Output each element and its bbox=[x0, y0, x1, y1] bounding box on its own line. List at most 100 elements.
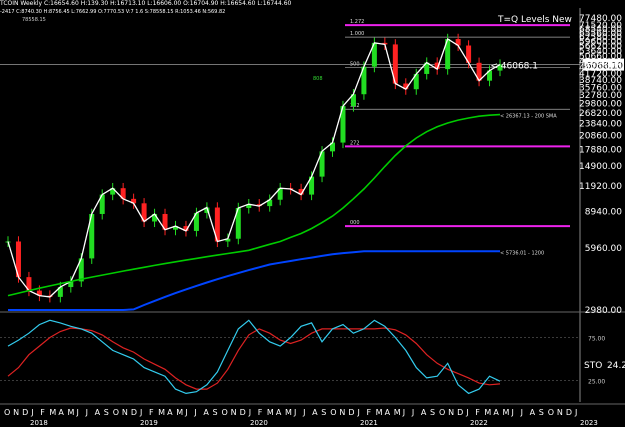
x-month-label: S bbox=[321, 408, 326, 417]
x-month-label: A bbox=[203, 408, 209, 417]
price-line bbox=[7, 38, 501, 298]
x-month-label: F bbox=[40, 408, 45, 417]
x-month-label: M bbox=[176, 408, 183, 417]
chart-title: T=Q Levels New bbox=[498, 15, 572, 25]
x-month-label: M bbox=[484, 408, 491, 417]
y-tick-label: 20860.00 bbox=[579, 132, 622, 142]
x-year-label: 2022 bbox=[470, 419, 488, 427]
stoch-d-line bbox=[7, 327, 501, 390]
x-month-label: S bbox=[539, 408, 544, 417]
x-month-label: A bbox=[421, 408, 427, 417]
x-month-label: F bbox=[475, 408, 480, 417]
x-month-label: J bbox=[193, 408, 196, 417]
x-month-label: J bbox=[76, 408, 79, 417]
y-tick-label: 23840.00 bbox=[579, 120, 622, 130]
x-month-label: S bbox=[104, 408, 109, 417]
x-month-label: F bbox=[367, 408, 372, 417]
x-month-label: N bbox=[557, 408, 563, 417]
x-year-label: 2021 bbox=[360, 419, 378, 427]
fib-level-label: 000 bbox=[350, 220, 360, 226]
x-month-label: J bbox=[85, 408, 88, 417]
x-month-label: J bbox=[139, 408, 142, 417]
x-month-label: M bbox=[267, 408, 274, 417]
x-year-label: 2018 bbox=[30, 419, 48, 427]
stoch-level-label: 75.00 bbox=[588, 336, 605, 343]
stoch-label: STO bbox=[584, 361, 602, 371]
x-month-label: M bbox=[502, 408, 509, 417]
y-tick-label: 26820.00 bbox=[579, 109, 622, 119]
x-month-label: A bbox=[493, 408, 499, 417]
x-month-label: M bbox=[49, 408, 56, 417]
x-month-label: D bbox=[348, 408, 354, 417]
indicator-header: -2417 C:8740.30 H:8756.45 L:7662.99 O:77… bbox=[0, 9, 226, 15]
price-axis: 77480.0071520.0068540.0065560.0062580.00… bbox=[579, 14, 622, 316]
x-month-label: J bbox=[248, 408, 251, 417]
y-tick-label: 2980.00 bbox=[585, 306, 622, 316]
x-month-label: N bbox=[448, 408, 454, 417]
current-price-label: < 46068.1 bbox=[490, 62, 538, 72]
x-year-label: 2019 bbox=[140, 419, 158, 427]
y-tick-label: 5960.00 bbox=[585, 244, 622, 254]
x-month-label: J bbox=[302, 408, 305, 417]
x-month-label: O bbox=[548, 408, 554, 417]
fib-level-label: 1.000 bbox=[350, 31, 364, 37]
y-tick-label: 17880.00 bbox=[579, 145, 622, 155]
sma200-label: < 26367.13 - 200 SMA bbox=[500, 114, 557, 120]
x-month-label: D bbox=[22, 408, 28, 417]
x-month-label: A bbox=[167, 408, 173, 417]
stoch-level-label: 25.00 bbox=[588, 379, 605, 386]
x-month-label: J bbox=[520, 408, 523, 417]
x-month-label: J bbox=[511, 408, 514, 417]
x-month-label: F bbox=[149, 408, 154, 417]
x-month-label: A bbox=[58, 408, 64, 417]
fib-level-label: 272 bbox=[350, 140, 360, 146]
x-month-label: N bbox=[339, 408, 345, 417]
x-month-label: J bbox=[30, 408, 33, 417]
price-panel: 1.2721.000500382272000< 46068.1 46068.10<… bbox=[0, 8, 625, 405]
x-month-label: M bbox=[394, 408, 401, 417]
fib-level-label: 1.272 bbox=[350, 19, 364, 25]
x-year-label: 2023 bbox=[580, 419, 598, 427]
x-month-label: A bbox=[276, 408, 282, 417]
x-month-label: N bbox=[13, 408, 19, 417]
green-note: 808 bbox=[313, 76, 323, 82]
x-month-label: A bbox=[530, 408, 536, 417]
y-tick-label: 14900.00 bbox=[579, 162, 622, 172]
x-month-label: J bbox=[402, 408, 405, 417]
x-month-label: O bbox=[439, 408, 445, 417]
x-month-label: D bbox=[457, 408, 463, 417]
x-month-label: S bbox=[430, 408, 435, 417]
x-month-label: D bbox=[240, 408, 246, 417]
x-month-label: O bbox=[113, 408, 119, 417]
x-month-label: O bbox=[4, 408, 10, 417]
x-month-label: N bbox=[231, 408, 237, 417]
x-month-label: A bbox=[385, 408, 391, 417]
x-month-label: J bbox=[293, 408, 296, 417]
x-month-label: S bbox=[212, 408, 217, 417]
symbol-header: TCOIN Weekly C:16654.60 H:139.30 H:16713… bbox=[0, 0, 292, 7]
x-month-label: O bbox=[222, 408, 228, 417]
x-month-label: J bbox=[574, 408, 577, 417]
x-month-label: M bbox=[158, 408, 165, 417]
x-month-label: A bbox=[312, 408, 318, 417]
stochastic-panel: 25.00 75.00 STO 24.2 bbox=[0, 319, 625, 395]
x-month-label: M bbox=[67, 408, 74, 417]
sma1200-label: < 5736.01 - 1200 bbox=[500, 250, 544, 256]
x-month-label: J bbox=[411, 408, 414, 417]
x-year-label: 2020 bbox=[250, 419, 268, 427]
x-month-label: J bbox=[356, 408, 359, 417]
x-month-label: M bbox=[376, 408, 383, 417]
x-month-label: D bbox=[566, 408, 572, 417]
stock-chart: 1.2721.000500382272000< 46068.1 46068.10<… bbox=[0, 8, 625, 427]
y-tick-label: 8940.00 bbox=[585, 208, 622, 218]
stoch-value: 24.2 bbox=[607, 361, 625, 371]
x-month-label: J bbox=[465, 408, 468, 417]
x-month-label: O bbox=[330, 408, 336, 417]
x-month-label: N bbox=[122, 408, 128, 417]
x-month-label: J bbox=[184, 408, 187, 417]
x-month-label: F bbox=[258, 408, 263, 417]
x-month-label: D bbox=[131, 408, 137, 417]
sub-value: 78558.15 bbox=[22, 17, 46, 23]
y-tick-label: 11920.00 bbox=[579, 182, 622, 192]
x-month-label: M bbox=[285, 408, 292, 417]
